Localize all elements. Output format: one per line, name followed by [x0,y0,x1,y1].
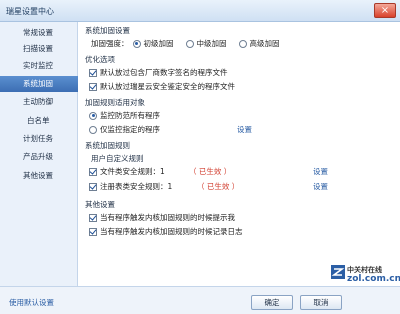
sidebar-item-general[interactable]: 常规设置 [0,25,78,41]
section-title-hardening: 系统加固设置 [85,26,130,35]
radio-advanced[interactable] [238,39,247,48]
scope-settings-link[interactable]: 设置 [237,124,252,135]
close-button[interactable]: × [374,3,396,18]
registry-rule-status: （ 已生效 ） [197,182,240,191]
section-title-rules: 系统加固规则 [85,141,130,150]
section-title-optimize: 优化选项 [85,55,115,64]
ok-button[interactable]: 确定 [251,295,293,310]
radio-monitor-specified-label: 仅监控指定的程序 [100,125,160,134]
watermark-url: zol.com.cn [347,274,400,284]
zol-logo-icon [331,265,345,279]
cancel-button[interactable]: 取消 [300,295,342,310]
checkbox-signed-files-label: 默认放过包含厂商数字签名的程序文件 [100,68,228,77]
strength-row: 加固强度： 初级加固 中级加固 高级加固 [91,38,280,49]
checkbox-prompt-me[interactable] [89,213,97,222]
checkbox-signed-files[interactable] [89,68,97,77]
bottom-bar: 使用默认设置 确定 取消 [0,286,400,314]
checkbox-cloud-safe[interactable] [89,82,97,91]
sidebar-item-update[interactable]: 产品升级 [0,149,78,165]
registry-rule-settings-link[interactable]: 设置 [313,181,328,192]
checkbox-file-rule[interactable] [89,167,97,176]
scope-row-all[interactable]: 监控防范所有程序 [89,110,160,121]
radio-monitor-all-label: 监控防范所有程序 [100,111,160,120]
file-rule-status: （ 已生效 ） [189,167,232,176]
checkbox-cloud-safe-label: 默认放过瑞星云安全鉴定安全的程序文件 [100,82,235,91]
rule-row-file[interactable]: 文件类安全规则：1 [89,166,165,177]
sidebar-item-scan[interactable]: 扫描设置 [0,41,78,57]
checkbox-record-log-label: 当有程序触发内核加固规则的时候记录日志 [100,227,243,236]
close-icon: × [380,5,390,16]
window-title: 瑞星设置中心 [6,7,54,16]
sidebar-item-active-defense[interactable]: 主动防御 [0,94,78,110]
radio-monitor-specified[interactable] [89,125,97,134]
optimize-row-1[interactable]: 默认放过包含厂商数字签名的程序文件 [89,67,228,78]
sidebar-item-schedule[interactable]: 计划任务 [0,131,78,147]
restore-defaults-link[interactable]: 使用默认设置 [9,297,54,308]
checkbox-record-log[interactable] [89,227,97,236]
checkbox-registry-rule[interactable] [89,182,97,191]
custom-rules-label: 用户自定义规则 [91,154,144,163]
radio-medium[interactable] [185,39,194,48]
title-bar: 瑞星设置中心 × [0,0,400,22]
radio-basic-label: 初级加固 [143,39,174,48]
rule-row-registry[interactable]: 注册表类安全规则：1 [89,181,172,192]
file-rule-settings-link[interactable]: 设置 [313,166,328,177]
scope-row-specified[interactable]: 仅监控指定的程序 [89,124,160,135]
settings-panel: 系统加固设置 加固强度： 初级加固 中级加固 高级加固 优化选项 默认放过包含厂… [79,22,400,286]
checkbox-prompt-me-label: 当有程序触发内核加固规则的时候提示我 [100,213,235,222]
radio-monitor-all[interactable] [89,111,97,120]
section-title-other: 其他设置 [85,200,115,209]
sidebar-item-whitelist[interactable]: 白名单 [0,113,78,129]
sidebar-item-realtime[interactable]: 实时监控 [0,58,78,74]
optimize-row-2[interactable]: 默认放过瑞星云安全鉴定安全的程序文件 [89,81,235,92]
registry-rule-label: 注册表类安全规则：1 [100,182,173,191]
radio-advanced-label: 高级加固 [249,39,280,48]
strength-label: 加固强度： [91,39,129,48]
sidebar-item-system-hardening[interactable]: 系统加固 [0,76,78,92]
radio-basic[interactable] [132,39,141,48]
other-row-log[interactable]: 当有程序触发内核加固规则的时候记录日志 [89,226,243,237]
other-row-prompt[interactable]: 当有程序触发内核加固规则的时候提示我 [89,212,235,223]
section-title-scope: 加固规则适用对象 [85,98,145,107]
sidebar: 常规设置 扫描设置 实时监控 系统加固 主动防御 白名单 计划任务 产品升级 其… [0,22,78,286]
sidebar-item-other[interactable]: 其他设置 [0,168,78,184]
radio-medium-label: 中级加固 [196,39,227,48]
file-rule-label: 文件类安全规则：1 [100,167,165,176]
